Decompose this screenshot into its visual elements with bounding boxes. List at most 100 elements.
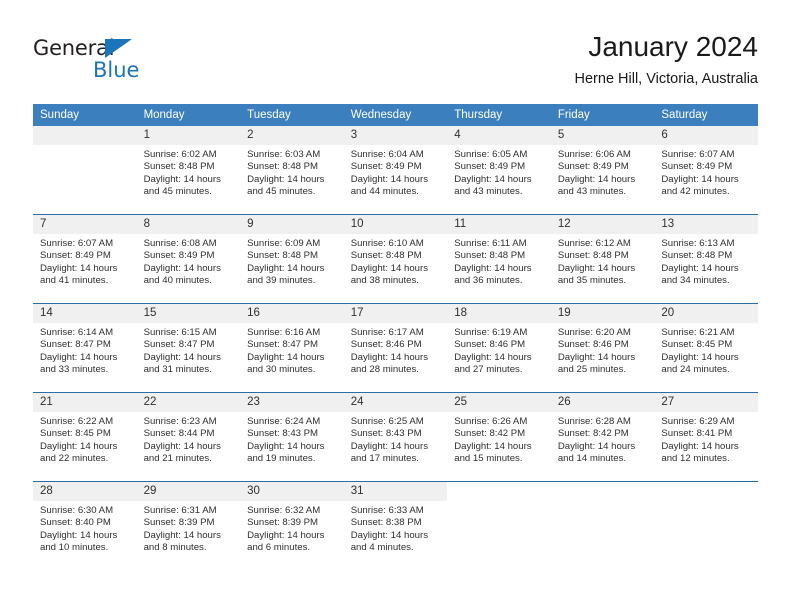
calendar-day-cell[interactable]: 18 Sunrise: 6:19 AM Sunset: 8:46 PM Dayligh… [447,303,551,393]
day-cell-inner: 29 Sunrise: 6:31 AM Sunset: 8:39 PM Dayligh… [136,482,241,570]
calendar-day-cell[interactable]: 5 Sunrise: 6:06 AM Sunset: 8:49 PM Daylight… [550,126,655,215]
day-number: 25 [447,393,551,412]
daylight-text-line1: Daylight: 14 hours [247,529,325,541]
calendar-day-cell[interactable] [447,481,551,570]
daylight-text-line1: Daylight: 14 hours [247,440,325,452]
calendar-day-cell[interactable]: 22 Sunrise: 6:23 AM Sunset: 8:44 PM Dayligh… [136,392,241,482]
day-number: 24 [343,393,448,412]
calendar-day-cell[interactable]: 14 Sunrise: 6:14 AM Sunset: 8:47 PM Dayligh… [33,303,137,393]
sunset-text: Sunset: 8:49 PM [661,161,733,173]
day-cell-inner: 6 Sunrise: 6:07 AM Sunset: 8:49 PM Daylight… [654,126,758,214]
calendar-day-cell[interactable] [550,481,655,570]
day-cell-inner: 24 Sunrise: 6:25 AM Sunset: 8:43 PM Dayligh… [343,393,448,481]
calendar-day-cell[interactable]: 13 Sunrise: 6:13 AM Sunset: 8:48 PM Dayligh… [654,214,758,304]
weekday-header-friday: Friday [550,104,655,126]
sunset-text: Sunset: 8:49 PM [350,161,422,173]
day-cell-inner: 25 Sunrise: 6:26 AM Sunset: 8:42 PM Dayligh… [447,393,551,481]
calendar-day-cell[interactable]: 30 Sunrise: 6:32 AM Sunset: 8:39 PM Dayligh… [240,481,344,570]
calendar-day-cell[interactable]: 26 Sunrise: 6:28 AM Sunset: 8:42 PM Dayligh… [550,392,655,482]
calendar-day-cell[interactable] [33,126,137,215]
calendar-header-row: Sunday Monday Tuesday Wednesday Thursday… [33,104,758,126]
sunset-text: Sunset: 8:49 PM [557,161,629,173]
daylight-text-line1: Daylight: 14 hours [350,529,429,541]
calendar-day-cell[interactable]: 6 Sunrise: 6:07 AM Sunset: 8:49 PM Daylight… [654,126,758,215]
day-details: Sunrise: 6:21 AM Sunset: 8:45 PM Daylight:… [654,323,758,377]
day-cell-inner: 30 Sunrise: 6:32 AM Sunset: 8:39 PM Dayligh… [240,482,344,570]
sunrise-text: Sunrise: 6:03 AM [247,149,321,160]
calendar-day-cell[interactable]: 20 Sunrise: 6:21 AM Sunset: 8:45 PM Dayligh… [654,303,758,393]
day-details: Sunrise: 6:28 AM Sunset: 8:42 PM Daylight:… [551,412,655,466]
sunset-text: Sunset: 8:49 PM [454,161,526,173]
calendar-day-cell[interactable]: 12 Sunrise: 6:12 AM Sunset: 8:48 PM Dayligh… [550,214,655,304]
calendar-day-cell[interactable]: 27 Sunrise: 6:29 AM Sunset: 8:41 PM Dayligh… [654,392,758,482]
day-details: Sunrise: 6:07 AM Sunset: 8:49 PM Daylight:… [33,234,137,288]
calendar-day-cell[interactable]: 2 Sunrise: 6:03 AM Sunset: 8:48 PM Daylight… [240,126,344,215]
sunset-text: Sunset: 8:49 PM [143,250,215,262]
calendar-day-cell[interactable]: 15 Sunrise: 6:15 AM Sunset: 8:47 PM Dayligh… [136,303,241,393]
day-cell-inner: 17 Sunrise: 6:17 AM Sunset: 8:46 PM Dayligh… [343,304,448,392]
day-cell-inner: 13 Sunrise: 6:13 AM Sunset: 8:48 PM Dayligh… [654,215,758,303]
day-cell-inner: 23 Sunrise: 6:24 AM Sunset: 8:43 PM Dayligh… [240,393,344,481]
day-cell-inner: 16 Sunrise: 6:16 AM Sunset: 8:47 PM Dayligh… [240,304,344,392]
calendar-day-cell[interactable]: 3 Sunrise: 6:04 AM Sunset: 8:49 PM Daylight… [343,126,448,215]
day-cell-inner: 4 Sunrise: 6:05 AM Sunset: 8:49 PM Daylight… [447,126,551,214]
daylight-text-line2: and 30 minutes. [247,364,316,376]
calendar-day-cell[interactable]: 10 Sunrise: 6:10 AM Sunset: 8:48 PM Dayligh… [343,214,448,304]
daylight-text-line1: Daylight: 14 hours [454,262,532,274]
calendar-day-cell[interactable]: 25 Sunrise: 6:26 AM Sunset: 8:42 PM Dayligh… [447,392,551,482]
day-number: 10 [343,215,448,234]
sunset-text: Sunset: 8:48 PM [350,250,422,262]
calendar-day-cell[interactable]: 29 Sunrise: 6:31 AM Sunset: 8:39 PM Dayligh… [136,481,241,570]
daylight-text-line2: and 19 minutes. [247,453,316,465]
page-title: January 2024 [588,31,758,62]
weekday-header-sunday: Sunday [33,104,137,126]
sunrise-text: Sunrise: 6:20 AM [557,327,631,338]
day-details: Sunrise: 6:05 AM Sunset: 8:49 PM Daylight:… [447,145,551,199]
calendar-day-cell[interactable]: 17 Sunrise: 6:17 AM Sunset: 8:46 PM Dayligh… [343,303,448,393]
day-number [447,482,551,501]
sunset-text: Sunset: 8:45 PM [661,339,733,351]
calendar-day-cell[interactable]: 16 Sunrise: 6:16 AM Sunset: 8:47 PM Dayligh… [240,303,344,393]
calendar-day-cell[interactable]: 4 Sunrise: 6:05 AM Sunset: 8:49 PM Daylight… [447,126,551,215]
sunrise-text: Sunrise: 6:13 AM [661,238,735,249]
daylight-text-line2: and 14 minutes. [557,453,627,465]
calendar-day-cell[interactable]: 31 Sunrise: 6:33 AM Sunset: 8:38 PM Dayligh… [343,481,448,570]
daylight-text-line1: Daylight: 14 hours [557,351,636,363]
calendar-day-cell[interactable]: 19 Sunrise: 6:20 AM Sunset: 8:46 PM Dayligh… [550,303,655,393]
day-details: Sunrise: 6:14 AM Sunset: 8:47 PM Daylight:… [33,323,137,377]
sunrise-text: Sunrise: 6:07 AM [40,238,114,249]
daylight-text-line2: and 38 minutes. [350,275,419,287]
day-details: Sunrise: 6:29 AM Sunset: 8:41 PM Daylight:… [654,412,758,466]
sunrise-text: Sunrise: 6:17 AM [350,327,424,338]
daylight-text-line2: and 15 minutes. [454,453,523,465]
daylight-text-line2: and 39 minutes. [247,275,316,287]
day-number: 3 [343,126,448,145]
day-details: Sunrise: 6:10 AM Sunset: 8:48 PM Daylight:… [344,234,448,288]
calendar-day-cell[interactable]: 11 Sunrise: 6:11 AM Sunset: 8:48 PM Dayligh… [447,214,551,304]
calendar-day-cell[interactable] [654,481,758,570]
sunset-text: Sunset: 8:42 PM [557,428,629,440]
calendar-day-cell[interactable]: 9 Sunrise: 6:09 AM Sunset: 8:48 PM Daylight… [240,214,344,304]
day-number: 27 [654,393,758,412]
calendar-day-cell[interactable]: 21 Sunrise: 6:22 AM Sunset: 8:45 PM Dayligh… [33,392,137,482]
daylight-text-line1: Daylight: 14 hours [557,262,636,274]
sunrise-text: Sunrise: 6:15 AM [143,327,217,338]
day-details: Sunrise: 6:19 AM Sunset: 8:46 PM Daylight:… [447,323,551,377]
calendar-day-cell[interactable]: 7 Sunrise: 6:07 AM Sunset: 8:49 PM Daylight… [33,214,137,304]
daylight-text-line2: and 45 minutes. [143,186,212,198]
day-number: 20 [654,304,758,323]
calendar-day-cell[interactable]: 28 Sunrise: 6:30 AM Sunset: 8:40 PM Dayligh… [33,481,137,570]
daylight-text-line2: and 24 minutes. [661,364,730,376]
day-number: 26 [550,393,655,412]
daylight-text-line1: Daylight: 14 hours [661,351,739,363]
calendar-day-cell[interactable]: 1 Sunrise: 6:02 AM Sunset: 8:48 PM Daylight… [136,126,241,215]
day-cell-inner [551,482,655,570]
calendar-day-cell[interactable]: 24 Sunrise: 6:25 AM Sunset: 8:43 PM Dayligh… [343,392,448,482]
calendar-day-cell[interactable]: 8 Sunrise: 6:08 AM Sunset: 8:49 PM Daylight… [136,214,241,304]
day-details: Sunrise: 6:17 AM Sunset: 8:46 PM Daylight:… [344,323,448,377]
day-cell-inner [33,126,137,214]
daylight-text-line1: Daylight: 14 hours [143,262,221,274]
sunset-text: Sunset: 8:46 PM [350,339,422,351]
calendar-day-cell[interactable]: 23 Sunrise: 6:24 AM Sunset: 8:43 PM Dayligh… [240,392,344,482]
daylight-text-line1: Daylight: 14 hours [40,351,118,363]
